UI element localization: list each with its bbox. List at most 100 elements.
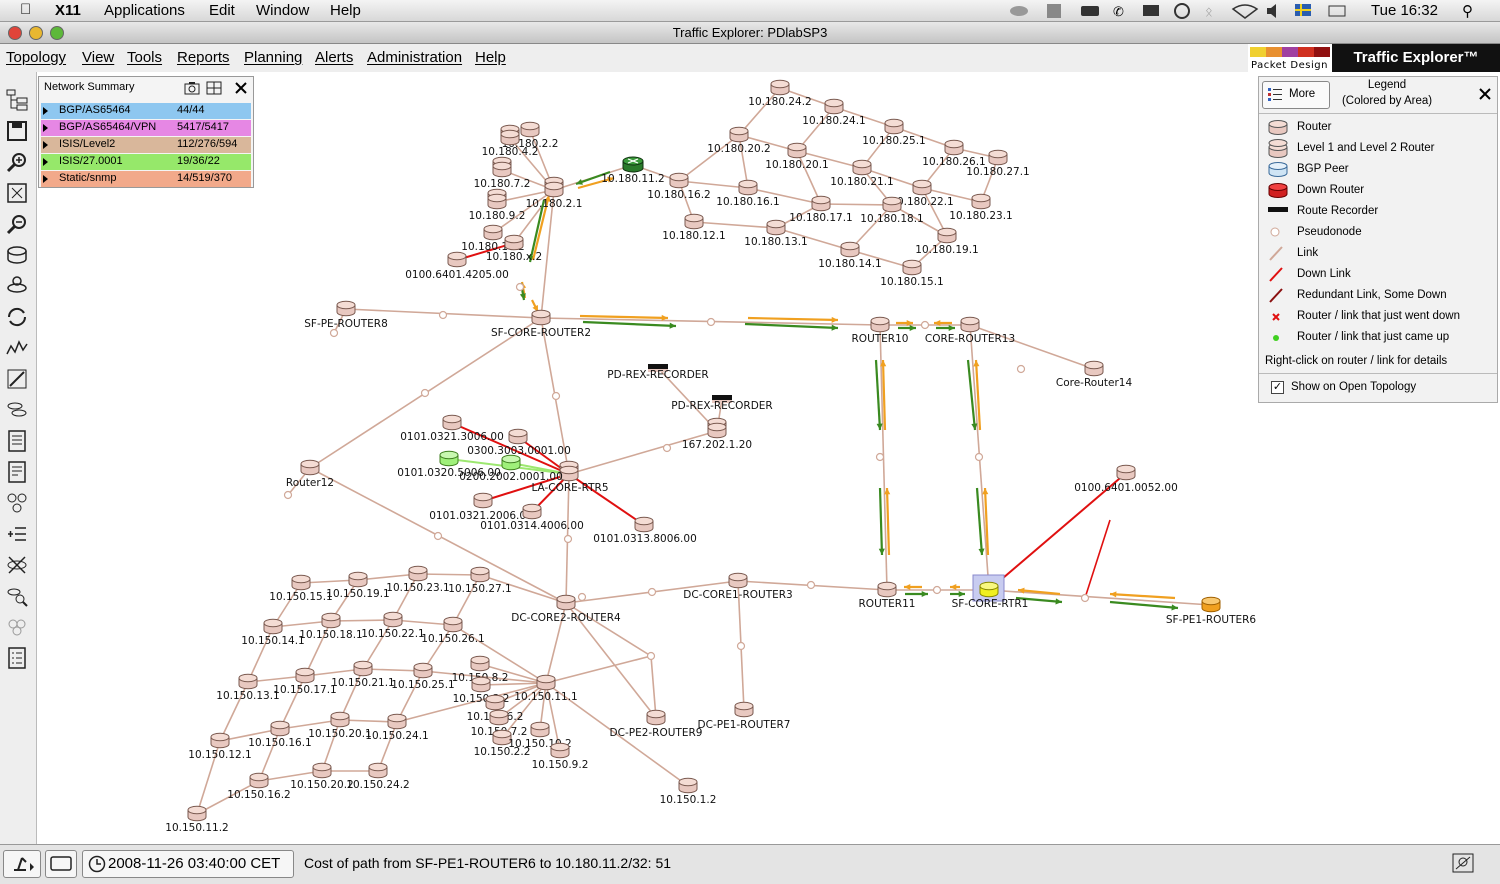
link[interactable] <box>820 203 893 206</box>
pseudonode[interactable] <box>438 310 448 320</box>
pseudonode[interactable] <box>806 580 816 590</box>
mac-menu-applications[interactable]: Applications <box>104 2 185 19</box>
summary-row-isis-level2[interactable]: ISIS/Level2 112/276/594 <box>41 137 251 153</box>
router-icon[interactable] <box>383 611 403 628</box>
remove-router-icon[interactable] <box>5 553 29 577</box>
router-icon[interactable] <box>443 616 463 633</box>
add-router-icon[interactable] <box>5 243 29 267</box>
router-icon[interactable] <box>787 142 807 159</box>
spotlight-icon[interactable]: ⚲ <box>1462 2 1473 20</box>
pseudonode[interactable] <box>736 641 746 651</box>
router-icon[interactable] <box>1116 464 1136 481</box>
pseudonode[interactable] <box>433 531 443 541</box>
traffic-icon[interactable] <box>5 336 29 360</box>
add-list-icon[interactable] <box>5 522 29 546</box>
tree-layout-icon[interactable] <box>5 88 29 112</box>
router-icon[interactable] <box>988 149 1008 166</box>
router-icon[interactable] <box>678 777 698 794</box>
fit-to-window-icon[interactable] <box>5 181 29 205</box>
pseudonode[interactable] <box>974 452 984 462</box>
mac-menu-window[interactable]: Window <box>256 2 309 19</box>
zoom-in-icon[interactable] <box>5 150 29 174</box>
refresh-icon[interactable] <box>5 305 29 329</box>
mac-menu-help[interactable]: Help <box>330 2 361 19</box>
router-icon[interactable] <box>738 179 758 196</box>
summary-row-bgp-vpn[interactable]: BGP/AS65464/VPN 5417/5417 <box>41 120 251 136</box>
router-icon[interactable] <box>353 660 373 677</box>
router-icon[interactable] <box>902 259 922 276</box>
router-icon[interactable] <box>669 172 689 189</box>
menu-tools[interactable]: Tools <box>127 49 162 66</box>
router-icon[interactable] <box>238 673 258 690</box>
path-tool-button[interactable] <box>3 850 41 878</box>
router-icon[interactable] <box>485 694 505 711</box>
apple-icon[interactable]:  <box>20 1 31 18</box>
router-icon[interactable] <box>646 709 666 726</box>
router-icon[interactable] <box>270 720 290 737</box>
router-icon[interactable] <box>501 454 521 471</box>
router-icon[interactable] <box>321 612 341 629</box>
router-icon[interactable] <box>979 581 999 598</box>
pseudonode[interactable] <box>920 320 930 330</box>
expand-icon[interactable] <box>43 175 48 183</box>
overview-icon[interactable] <box>1452 853 1474 873</box>
report-icon[interactable] <box>5 429 29 453</box>
pseudonode[interactable] <box>875 452 885 462</box>
menu-administration[interactable]: Administration <box>367 49 462 66</box>
router-icon[interactable] <box>912 179 932 196</box>
menu-alerts[interactable]: Alerts <box>315 49 353 66</box>
router-icon[interactable] <box>634 516 654 533</box>
router-icon[interactable] <box>770 79 790 96</box>
screen-button[interactable] <box>45 850 77 878</box>
router-icon[interactable] <box>728 572 748 589</box>
router-icon[interactable] <box>530 721 550 738</box>
more-button[interactable]: More <box>1262 81 1330 109</box>
router-icon[interactable] <box>408 565 428 582</box>
routers-list-icon[interactable] <box>5 398 29 422</box>
router-icon[interactable] <box>531 309 551 326</box>
router-icon[interactable] <box>550 742 570 759</box>
pseudonode[interactable] <box>420 388 430 398</box>
router-icon[interactable] <box>1201 596 1221 613</box>
router-icon[interactable] <box>840 241 860 258</box>
expand-icon[interactable] <box>43 141 48 149</box>
pseudonode[interactable] <box>515 282 525 292</box>
summary-row-bgp[interactable]: BGP/AS65464 44/44 <box>41 103 251 119</box>
router-icon[interactable] <box>684 213 704 230</box>
menu-help[interactable]: Help <box>475 49 506 66</box>
detach-icon[interactable] <box>206 81 222 95</box>
router-icon[interactable] <box>960 316 980 333</box>
router-icon[interactable] <box>291 574 311 591</box>
router-icon[interactable] <box>734 701 754 718</box>
router-icon[interactable] <box>447 251 467 268</box>
router-icon[interactable] <box>300 459 320 476</box>
menu-view[interactable]: View <box>82 49 114 66</box>
router-icon[interactable] <box>884 118 904 135</box>
mac-menu-edit[interactable]: Edit <box>209 2 235 19</box>
router-icon[interactable] <box>504 234 524 251</box>
pseudonode[interactable] <box>706 317 716 327</box>
router-icon[interactable] <box>522 503 542 520</box>
router-icon[interactable] <box>852 159 872 176</box>
group-disabled-icon[interactable] <box>5 615 29 639</box>
router-icon[interactable] <box>824 98 844 115</box>
pseudonode[interactable] <box>646 651 656 661</box>
router-icon[interactable] <box>520 121 540 138</box>
summary-row-isis-27[interactable]: ISIS/27.0001 19/36/22 <box>41 154 251 170</box>
mac-status-icons[interactable]: ✆ ᛟ <box>1005 2 1350 20</box>
router-icon[interactable] <box>944 139 964 156</box>
menu-reports[interactable]: Reports <box>177 49 230 66</box>
router-icon[interactable] <box>387 713 407 730</box>
save-icon[interactable] <box>5 119 29 143</box>
router-icon[interactable] <box>766 219 786 236</box>
router-icon[interactable] <box>470 566 490 583</box>
window-titlebar[interactable]: Traffic Explorer: PDlabSP3 <box>0 22 1500 44</box>
router-icon[interactable] <box>368 762 388 779</box>
router-icon[interactable] <box>870 316 890 333</box>
router-icon[interactable] <box>811 195 831 212</box>
pseudonode[interactable] <box>932 585 942 595</box>
router-icon[interactable] <box>442 414 462 431</box>
router-icon[interactable] <box>1084 360 1104 377</box>
properties-icon[interactable] <box>5 646 29 670</box>
close-summary-icon[interactable] <box>234 81 248 95</box>
